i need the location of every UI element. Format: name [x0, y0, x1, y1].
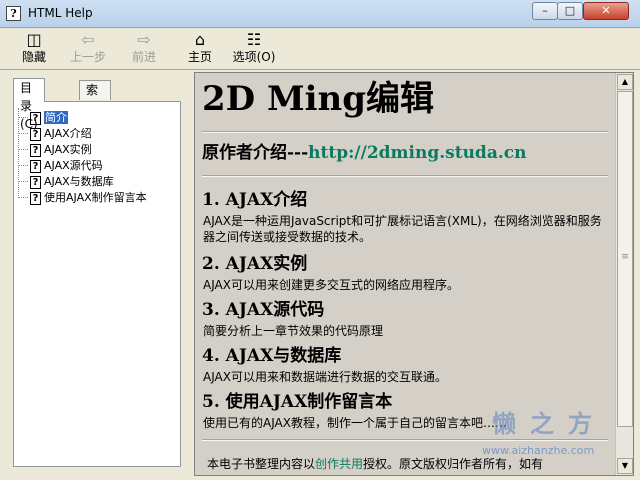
tree-item-label: AJAX与数据库 — [44, 175, 114, 188]
tree-connector — [18, 108, 19, 196]
vertical-scrollbar[interactable]: ▲ ≡ ▼ — [615, 73, 633, 475]
tree-item-label: 简介 — [44, 111, 68, 124]
tab-index[interactable]: 索引(N) — [79, 80, 112, 133]
home-button[interactable]: ⌂ 主页 — [178, 30, 222, 68]
forward-arrow-icon: ⇨ — [137, 30, 151, 49]
tree-item-ajax-example[interactable]: ? AJAX实例 — [18, 142, 92, 157]
options-button[interactable]: ☷ 选项(O) — [230, 30, 278, 68]
forward-button[interactable]: ⇨ 前进 — [122, 30, 166, 68]
license-link[interactable]: 创作共用 — [315, 457, 363, 471]
section-text-4: AJAX可以用来和数据端进行数据的交互联通。 — [203, 370, 447, 384]
maximize-button[interactable]: □ — [557, 2, 583, 20]
hide-icon: ◫ — [26, 30, 42, 49]
tree-item-guestbook[interactable]: ? 使用AJAX制作留言本 — [18, 190, 147, 205]
tree-item-ajax-source[interactable]: ? AJAX源代码 — [18, 158, 103, 173]
section-heading-4: 4. AJAX与数据库 — [202, 346, 342, 366]
help-app-icon: ? — [6, 6, 21, 21]
scroll-up-arrow-icon[interactable]: ▲ — [617, 74, 633, 90]
options-icon: ☷ — [246, 30, 262, 49]
section-heading-3: 3. AJAX源代码 — [202, 300, 325, 320]
section-text-1: AJAX是一种运用JavaScript和可扩展标记语言(XML)，在网络浏览器和… — [203, 214, 602, 244]
close-button[interactable]: ✕ — [583, 2, 629, 20]
license-footer: 本电子书整理内容以创作共用授权。原文版权归作者所有，如有 — [207, 455, 543, 472]
home-icon: ⌂ — [194, 30, 206, 49]
tree-item-label: AJAX源代码 — [44, 159, 103, 172]
back-button-label: 上一步 — [69, 50, 106, 64]
back-arrow-icon: ⇦ — [81, 30, 95, 49]
navigation-pane: 目录(C) 索引(N) ?简介 ?AJAX介绍 ?AJAX实例 ?AJAX源代码… — [5, 74, 185, 474]
divider — [202, 131, 608, 133]
topic-content: 2D Ming编辑 原作者介绍---http://2dming.studa.cn… — [195, 73, 615, 475]
help-topic-icon: ? — [30, 191, 41, 205]
section-text-2: AJAX可以用来创建更多交互式的网络应用程序。 — [203, 278, 459, 292]
help-topic-icon: ? — [30, 175, 41, 189]
author-link[interactable]: http://2dming.studa.cn — [308, 143, 526, 163]
author-label: 原作者介绍--- — [202, 143, 309, 163]
hide-button[interactable]: ◫ 隐藏 — [12, 30, 56, 68]
forward-button-label: 前进 — [131, 50, 156, 64]
footer-text-post: 授权。原文版权归作者所有，如有 — [363, 457, 544, 471]
contents-tree: ?简介 ?AJAX介绍 ?AJAX实例 ?AJAX源代码 ?AJAX与数据库 ?… — [13, 101, 181, 467]
divider — [202, 175, 608, 177]
window-title: HTML Help — [28, 6, 93, 20]
section-heading-5: 5. 使用AJAX制作留言本 — [202, 392, 393, 412]
tree-item-ajax-intro[interactable]: ? AJAX介绍 — [18, 126, 92, 141]
help-topic-icon: ? — [30, 143, 41, 157]
help-topic-icon: ? — [30, 159, 41, 173]
pane-splitter[interactable] — [187, 70, 193, 480]
section-text-3: 简要分析上一章节效果的代码原理 — [203, 324, 384, 338]
home-button-label: 主页 — [187, 50, 212, 64]
hide-button-label: 隐藏 — [21, 50, 46, 64]
tree-item-label: AJAX实例 — [44, 143, 92, 156]
tree-item-label: 使用AJAX制作留言本 — [44, 191, 147, 204]
tree-item-label: AJAX介绍 — [44, 127, 92, 140]
toolbar: ◫ 隐藏 ⇦ 上一步 ⇨ 前进 ⌂ 主页 ☷ 选项(O) — [0, 28, 640, 70]
section-heading-1: 1. AJAX介绍 — [202, 190, 308, 210]
footer-text-pre: 本电子书整理内容以 — [207, 457, 316, 471]
title-bar: ? HTML Help – □ ✕ — [0, 0, 640, 28]
scroll-thumb[interactable]: ≡ — [617, 91, 633, 427]
content-pane: 2D Ming编辑 原作者介绍---http://2dming.studa.cn… — [194, 72, 634, 476]
scroll-down-arrow-icon[interactable]: ▼ — [617, 458, 633, 474]
options-button-label: 选项(O) — [232, 50, 276, 64]
minimize-button[interactable]: – — [532, 2, 558, 20]
divider — [202, 439, 608, 441]
tree-item-ajax-database[interactable]: ? AJAX与数据库 — [18, 174, 114, 189]
page-title: 2D Ming编辑 — [202, 79, 435, 119]
tab-contents[interactable]: 目录(C) — [13, 78, 45, 131]
author-line: 原作者介绍---http://2dming.studa.cn — [202, 141, 526, 165]
section-heading-2: 2. AJAX实例 — [202, 254, 308, 274]
section-text-5: 使用已有的AJAX教程，制作一个属于自己的留言本吧…… — [203, 416, 507, 430]
back-button[interactable]: ⇦ 上一步 — [66, 30, 110, 68]
